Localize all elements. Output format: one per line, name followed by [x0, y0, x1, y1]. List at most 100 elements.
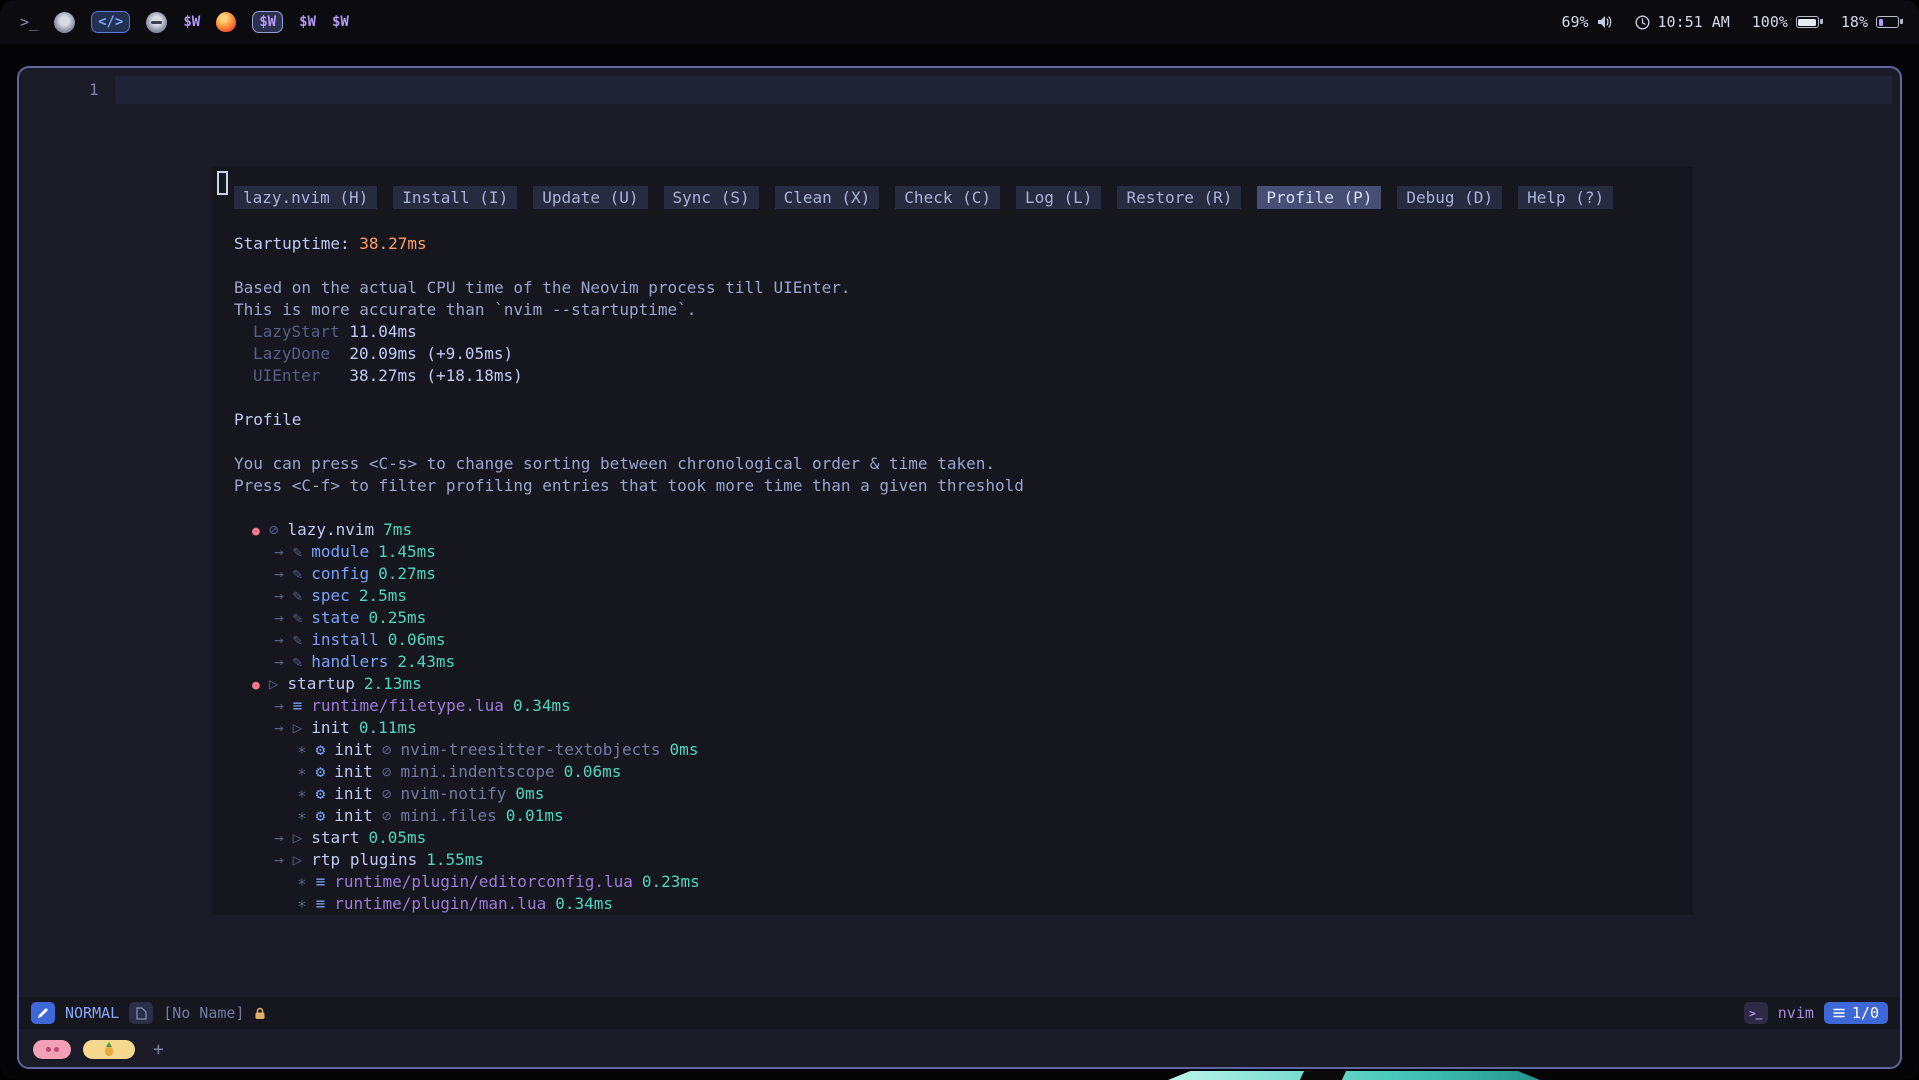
entry-name: mini.files: [400, 806, 496, 825]
statusline: NORMAL [No Name] >_ nvim 1/0: [19, 997, 1900, 1029]
entry-name: mini.indentscope: [400, 762, 554, 781]
entry-name: config: [311, 564, 369, 583]
clock-group: 10:51 AM: [1635, 13, 1730, 31]
browser-flame-icon[interactable]: [216, 12, 236, 32]
entry-time: 1.55ms: [426, 850, 484, 869]
pen-icon: ✎: [293, 630, 303, 649]
profile-tree-row[interactable]: →✎handlers2.43ms: [234, 651, 1685, 673]
pen-icon: ✎: [293, 608, 303, 627]
entry-time: 0.01ms: [506, 806, 564, 825]
code-app-icon[interactable]: </>: [91, 11, 130, 33]
statusline-left: NORMAL [No Name]: [31, 1002, 266, 1024]
lazy-tab-sync[interactable]: Sync (S): [664, 186, 759, 209]
entry-name: handlers: [311, 652, 388, 671]
gear-icon: ⚙: [316, 806, 326, 825]
workspace-icon-4[interactable]: $W: [332, 14, 349, 30]
timing-lines: LazyStart11.04msLazyDone20.09ms (+9.05ms…: [234, 321, 1685, 387]
speaker-icon[interactable]: [1597, 15, 1613, 29]
profile-tree-row[interactable]: ∗≡runtime/plugin/editorconfig.lua0.23ms: [234, 871, 1685, 893]
help-lines-line: You can press <C-s> to change sorting be…: [234, 453, 1685, 475]
profile-tree-row[interactable]: ∗≡runtime/plugin/man.lua0.34ms: [234, 893, 1685, 915]
startuptime-value: 38.27ms: [359, 234, 426, 253]
entry-name: startup: [287, 674, 354, 693]
pen-icon: ✎: [293, 542, 303, 561]
terminal-tab-pineapple[interactable]: [83, 1040, 135, 1059]
entry-name: init: [311, 718, 350, 737]
desc-lines-line: Based on the actual CPU time of the Neov…: [234, 277, 1685, 299]
sleep-icon: ⊘: [382, 740, 392, 759]
terminal-prompt-icon[interactable]: >_: [20, 13, 38, 31]
app-label: nvim: [1778, 1004, 1814, 1022]
workspace-icon-3[interactable]: $W: [299, 14, 316, 30]
entry-prefix: init: [334, 784, 373, 803]
gear-icon: ⚙: [316, 762, 326, 781]
help-lines-line: Press <C-f> to filter profiling entries …: [234, 475, 1685, 497]
volume-percent: 69%: [1561, 13, 1588, 31]
pink-tab-icon: [54, 1047, 59, 1052]
profile-tree-row[interactable]: ∗⚙init⊘mini.indentscope0.06ms: [234, 761, 1685, 783]
workspace-icon-2-active[interactable]: $W: [252, 11, 283, 33]
timing-value: 38.27ms (+18.18ms): [349, 366, 522, 385]
lock-icon: [254, 1007, 266, 1020]
screen: >_ </> $W $W $W $W 69% 10:51 AM 100%: [0, 0, 1919, 1080]
pen-icon: ✎: [293, 586, 303, 605]
entry-time: 0ms: [670, 740, 699, 759]
profile-tree-row[interactable]: →✎spec2.5ms: [234, 585, 1685, 607]
profile-tree-row[interactable]: →▷init0.11ms: [234, 717, 1685, 739]
entry-time: 0.06ms: [388, 630, 446, 649]
app-icon-1[interactable]: [54, 12, 75, 33]
wallpaper-art: [1168, 1071, 1540, 1080]
profile-section-title: Profile: [234, 409, 1685, 431]
profile-tree-row[interactable]: →▷start0.05ms: [234, 827, 1685, 849]
profile-tree-row[interactable]: → ✎ module 1.45ms: [234, 541, 1685, 563]
profile-tree-row[interactable]: →✎config0.27ms: [234, 563, 1685, 585]
profile-tree-row[interactable]: ∗⚙init⊘mini.files0.01ms: [234, 805, 1685, 827]
play-icon: ▷: [293, 828, 303, 847]
lazy-tab-update[interactable]: Update (U): [533, 186, 647, 209]
app-icon-2[interactable]: [146, 12, 167, 33]
lazy-tab-clean[interactable]: Clean (X): [775, 186, 880, 209]
entry-time: 1.45ms: [378, 542, 436, 561]
menu-bar-status: 69% 10:51 AM 100% 18%: [1539, 13, 1899, 31]
lazy-tab-lazy.nvim[interactable]: lazy.nvim (H): [234, 186, 377, 209]
profile-tree-row[interactable]: ●⊘lazy.nvim7ms: [234, 519, 1685, 541]
mode-badge: [31, 1002, 55, 1024]
terminal-window: 1 lazy.nvim (H) Install (I) Update (U) Sync…: [17, 66, 1902, 1069]
lazy-tab-check[interactable]: Check (C): [895, 186, 1000, 209]
entry-time: 2.43ms: [397, 652, 455, 671]
terminal-tab-pink[interactable]: [33, 1040, 71, 1059]
profile-tree-row[interactable]: ∗⚙init⊘nvim-notify0ms: [234, 783, 1685, 805]
source-icon: ≡: [316, 872, 326, 891]
entry-name: lazy.nvim: [287, 520, 374, 539]
lazy-tab-debug[interactable]: Debug (D): [1397, 186, 1502, 209]
entry-time: 2.13ms: [364, 674, 422, 693]
profile-tree-row[interactable]: ∗⚙init⊘nvim-treesitter-textobjects0ms: [234, 739, 1685, 761]
lazy-tab-install[interactable]: Install (I): [393, 186, 517, 209]
nvim-terminal-icon: >_: [1744, 1002, 1768, 1024]
lazy-tab-log[interactable]: Log (L): [1016, 186, 1101, 209]
profile-tree-row[interactable]: →✎install0.06ms: [234, 629, 1685, 651]
arrow-icon: →: [274, 542, 284, 561]
battery-main-percent: 100%: [1752, 13, 1788, 31]
lazy-tab-restore[interactable]: Restore (R): [1117, 186, 1241, 209]
pineapple-icon: [104, 1043, 114, 1056]
lazy-tab-help[interactable]: Help (?): [1518, 186, 1613, 209]
lines-icon: [1833, 1008, 1845, 1018]
clock-icon: [1635, 15, 1650, 30]
desc-lines-line: This is more accurate than `nvim --start…: [234, 299, 1685, 321]
buffer-name: [No Name]: [163, 1004, 244, 1022]
entry-name: runtime/plugin/editorconfig.lua: [334, 872, 633, 891]
line-number: 1: [89, 80, 99, 99]
entry-prefix: init: [334, 740, 373, 759]
profile-tree-row[interactable]: →✎state0.25ms: [234, 607, 1685, 629]
terminal-tab-bar: +: [33, 1039, 164, 1060]
profile-tree-row[interactable]: →≡runtime/filetype.lua0.34ms: [234, 695, 1685, 717]
arrow-icon: →: [274, 850, 284, 869]
entry-name: module: [311, 542, 369, 561]
lazy-tab-profile[interactable]: Profile (P): [1257, 186, 1381, 209]
battery-secondary-group: 18%: [1841, 13, 1899, 31]
profile-tree-row[interactable]: →▷rtp plugins1.55ms: [234, 849, 1685, 871]
workspace-icon-1[interactable]: $W: [183, 14, 200, 30]
new-tab-button[interactable]: +: [153, 1039, 164, 1060]
profile-tree-row[interactable]: ●▷startup2.13ms: [234, 673, 1685, 695]
